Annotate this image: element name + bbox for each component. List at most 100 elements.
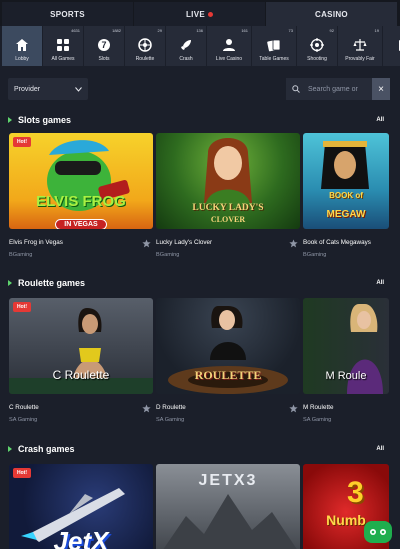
game-provider: SA Gaming: [303, 417, 332, 423]
roulette-icon: [137, 37, 153, 53]
close-icon[interactable]: ×: [372, 78, 390, 100]
category-label: Slots: [98, 56, 110, 62]
chat-icon: [370, 529, 386, 535]
game-art-subtitle: MEGAW: [326, 209, 366, 220]
game-thumbnail[interactable]: BOOK of MEGAW: [303, 133, 389, 229]
game-name: Elvis Frog in Vegas: [9, 239, 63, 246]
category-crash[interactable]: 136 Crash: [166, 26, 206, 66]
game-thumbnail[interactable]: M Roule: [303, 298, 389, 394]
tab-casino[interactable]: CASINO: [266, 2, 397, 26]
category-label: Roulette: [135, 56, 155, 62]
section-marker-icon: [8, 446, 12, 452]
tab-sports[interactable]: SPORTS: [2, 2, 133, 26]
search-placeholder: Search game or: [308, 85, 358, 93]
category-shooting[interactable]: 92 Shooting: [297, 26, 337, 66]
dealer-icon: [221, 37, 237, 53]
category-label: Shooting: [307, 56, 327, 62]
view-all-link[interactable]: All: [376, 117, 384, 123]
category-lobby[interactable]: Lobby: [2, 26, 42, 66]
category-label: All Games: [51, 56, 75, 62]
section-title: Slots games: [18, 115, 72, 125]
game-card[interactable]: JetX Hot!: [9, 464, 153, 549]
game-art-subtitle: IN VEGAS: [55, 219, 107, 229]
game-thumbnail[interactable]: ROULETTE: [156, 298, 300, 394]
game-card[interactable]: ELVIS FROG IN VEGAS Hot! Elvis Frog in V…: [9, 133, 153, 261]
view-all-link[interactable]: All: [376, 280, 384, 286]
game-thumbnail[interactable]: ELVIS FROG IN VEGAS Hot!: [9, 133, 153, 229]
blackjack-icon: [395, 37, 400, 53]
game-thumbnail[interactable]: JETX3: [156, 464, 300, 549]
category-label: Live Casino: [215, 56, 243, 62]
game-card[interactable]: C Roulette Hot! C Roulette SA Gaming: [9, 298, 153, 426]
view-all-link[interactable]: All: [376, 446, 384, 452]
hot-badge: Hot!: [13, 302, 31, 312]
favorite-star-icon[interactable]: [142, 239, 151, 248]
seven-icon: 7: [96, 37, 112, 53]
svg-text:7: 7: [101, 40, 106, 50]
game-thumbnail[interactable]: C Roulette Hot!: [9, 298, 153, 394]
game-provider: BGaming: [9, 252, 33, 258]
section-marker-icon: [8, 280, 12, 286]
chat-button[interactable]: [364, 521, 392, 543]
game-name: M Roulette: [303, 404, 334, 411]
section-title: Roulette games: [18, 278, 86, 288]
hot-badge: Hot!: [13, 468, 31, 478]
game-provider: BGaming: [303, 252, 327, 258]
live-indicator-icon: [207, 11, 213, 17]
category-blackjack[interactable]: Bl: [383, 26, 400, 66]
game-card[interactable]: LUCKY LADY'S CLOVER Lucky Lady's Clover …: [156, 133, 300, 261]
category-count: 73: [288, 28, 293, 33]
game-thumbnail[interactable]: LUCKY LADY'S CLOVER: [156, 133, 300, 229]
roulette-row: C Roulette Hot! C Roulette SA Gaming ROU…: [9, 298, 394, 426]
category-count: 1882: [112, 28, 121, 33]
game-provider: SA Gaming: [156, 417, 185, 423]
category-table-games[interactable]: 73 Table Games: [252, 26, 296, 66]
category-all-games[interactable]: 4631 All Games: [43, 26, 83, 66]
slots-section-header: Slots games All: [8, 113, 384, 127]
category-live-casino[interactable]: 161 Live Casino: [207, 26, 251, 66]
game-art-title: C Roulette: [52, 368, 110, 382]
game-art-title: ROULETTE: [194, 368, 262, 382]
game-card[interactable]: BOOK of MEGAW Book of Cats Megaways BGam…: [303, 133, 391, 261]
category-label: Lobby: [15, 56, 29, 62]
category-provably-fair[interactable]: 19 Provably Fair: [338, 26, 382, 66]
game-art-title: JetX: [53, 526, 109, 549]
category-bar: Lobby 4631 All Games 1882 7 Slots 29 Rou…: [0, 26, 400, 66]
tab-casino-label: CASINO: [315, 9, 348, 19]
game-name: C Roulette: [9, 404, 39, 411]
provider-label: Provider: [14, 85, 41, 93]
favorite-star-icon[interactable]: [289, 239, 298, 248]
crash-section-header: Crash games All: [8, 442, 384, 456]
tab-live[interactable]: LIVE: [134, 2, 265, 26]
game-name: Book of Cats Megaways: [303, 239, 371, 246]
game-art-title: ELVIS FROG: [36, 193, 126, 210]
section-marker-icon: [8, 117, 12, 123]
roulette-section-header: Roulette games All: [8, 276, 384, 290]
category-count: 161: [241, 28, 248, 33]
game-card[interactable]: JETX3: [156, 464, 300, 549]
game-art-title: LUCKY LADY'S: [192, 203, 264, 213]
search-input[interactable]: Search game or: [286, 78, 372, 100]
provider-dropdown[interactable]: Provider: [8, 78, 88, 100]
game-art-number: 3: [347, 476, 364, 509]
favorite-star-icon[interactable]: [142, 404, 151, 413]
favorite-star-icon[interactable]: [289, 404, 298, 413]
game-art-title: BOOK of: [329, 191, 363, 200]
game-card[interactable]: M Roule M Roulette SA Gaming: [303, 298, 391, 426]
category-count: 29: [157, 28, 162, 33]
game-art-subtitle: CLOVER: [210, 215, 246, 224]
filter-row: Provider Search game or ×: [0, 74, 400, 104]
category-label: Table Games: [259, 56, 289, 62]
game-thumbnail[interactable]: JetX Hot!: [9, 464, 153, 549]
section-title: Crash games: [18, 444, 75, 454]
category-count: 136: [196, 28, 203, 33]
game-card[interactable]: ROULETTE D Roulette SA Gaming: [156, 298, 300, 426]
game-provider: SA Gaming: [9, 417, 38, 423]
crash-row: JetX Hot! JETX3 3 Numb: [9, 464, 394, 549]
category-slots[interactable]: 1882 7 Slots: [84, 26, 124, 66]
category-count: 19: [374, 28, 379, 33]
game-art-title: JETX3: [198, 472, 258, 489]
category-roulette[interactable]: 29 Roulette: [125, 26, 165, 66]
rocket-icon: [178, 37, 194, 53]
scales-icon: [352, 37, 368, 53]
